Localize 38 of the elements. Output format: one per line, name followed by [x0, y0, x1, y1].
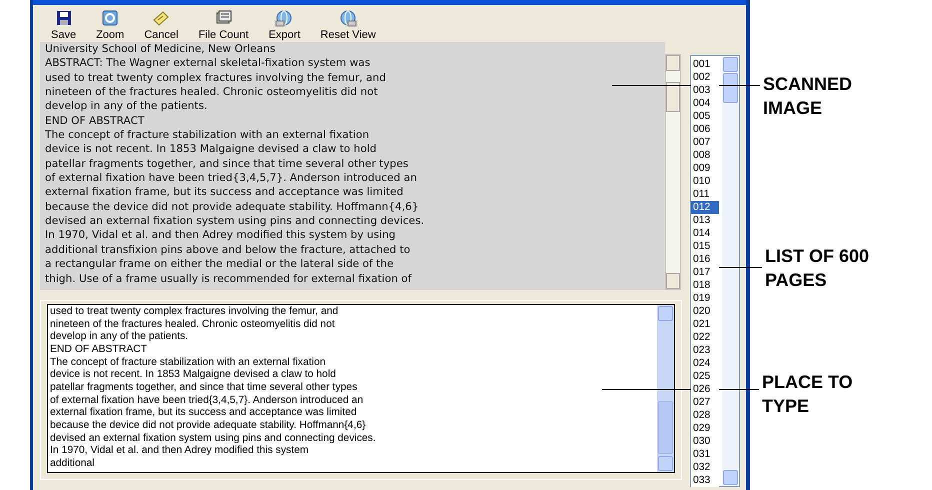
scanned-text-line: END OF ABSTRACT	[45, 114, 144, 128]
page-list-item[interactable]: 033	[691, 474, 719, 487]
scanned-text-line: external fixation frame, but its success and acceptance was limited	[45, 185, 404, 200]
toolbar-button[interactable]: Zoom	[90, 9, 130, 42]
scanned-text-line: develop in any of the patients.	[45, 99, 208, 114]
scrollbar[interactable]	[657, 305, 674, 472]
scanned-text-line: device is not recent. In 1853 Malgaigne devised a claw to hold	[45, 142, 376, 157]
scrollbar[interactable]	[722, 56, 739, 486]
scanned-text-line: University School of Medicine, New Orleans	[45, 42, 276, 56]
annotation-label: PLACE TO TYPE	[762, 371, 854, 418]
scanned-text-line: In 1970, Vidal et al. and then Adrey modified this system by using	[45, 228, 396, 243]
scanned-text-line: devised an external fixation system using pins and connecting devices.	[45, 214, 424, 228]
globe-icon	[339, 9, 358, 27]
scanned-text-line: The concept of fracture stabilization with an external fixation	[45, 128, 370, 142]
leader-line	[716, 267, 762, 268]
scanned-text-line: ABSTRACT: The Wagner external skeletal-fixation system was	[45, 56, 370, 71]
scanned-text-line: a rectangular frame on either the medial or the lateral side of the	[45, 257, 394, 272]
toolbar-button[interactable]: Cancel	[138, 9, 184, 42]
typing-field[interactable]: used to treat twenty complex fractures involving the femur, and nineteen of the fractures healed. Chronic osteomyelitis did not develop in any of the patients. END OF ABSTRACT The concept of fracture stabilization with an external fixation device is not recent. In 1853 Malgaigne devised a claw to hold patellar fragments together, and since that time several other types of external fixation have been tried{3,4,5,7}. Anderson introduced an external fixation frame, but its success and acceptance was limited because the device did not provide adequate stability. Hoffmann{4,6} devised an external fixation system using pins and connecting devices. In 1970, Vidal et al. and then Adrey modified this system additional	[47, 304, 675, 473]
globe-icon	[275, 9, 294, 27]
scrollbar[interactable]	[665, 54, 681, 290]
save-icon	[54, 9, 73, 27]
scanned-text-line: thigh. Use of a frame usually is recommended for external fixation of	[45, 272, 412, 286]
page-list-item[interactable]: 012	[691, 201, 719, 214]
scanned-text-line: of external fixation have been tried{3,4,5,7}. Anderson introduced an	[45, 171, 417, 186]
scanned-text-line: used to treat twenty complex fractures involving the femur, and	[45, 70, 386, 86]
scanned-text-line: patellar fragments together, and since that time several other types	[45, 156, 408, 172]
annotation-label: SCANNED IMAGE	[763, 73, 854, 120]
toolbar-button[interactable]: Save	[45, 9, 82, 42]
toolbar-button[interactable]: File Count	[192, 9, 255, 42]
note-icon	[152, 9, 170, 27]
zoom-icon	[101, 9, 120, 27]
scanned-text-line: nineteen of the fractures healed. Chronic osteomyelitis did not	[45, 85, 378, 100]
scanned-text-line: additional transfixion pins above and below the fracture, attached to	[45, 242, 410, 258]
annotation-label: LIST OF 600 PAGES	[765, 245, 870, 292]
toolbar-button[interactable]: Reset View	[314, 9, 382, 42]
toolbar-button[interactable]: Export	[262, 9, 306, 42]
scanned-text-line: because the device did not provide adequate stability. Hoffmann{4,6}	[45, 200, 419, 214]
